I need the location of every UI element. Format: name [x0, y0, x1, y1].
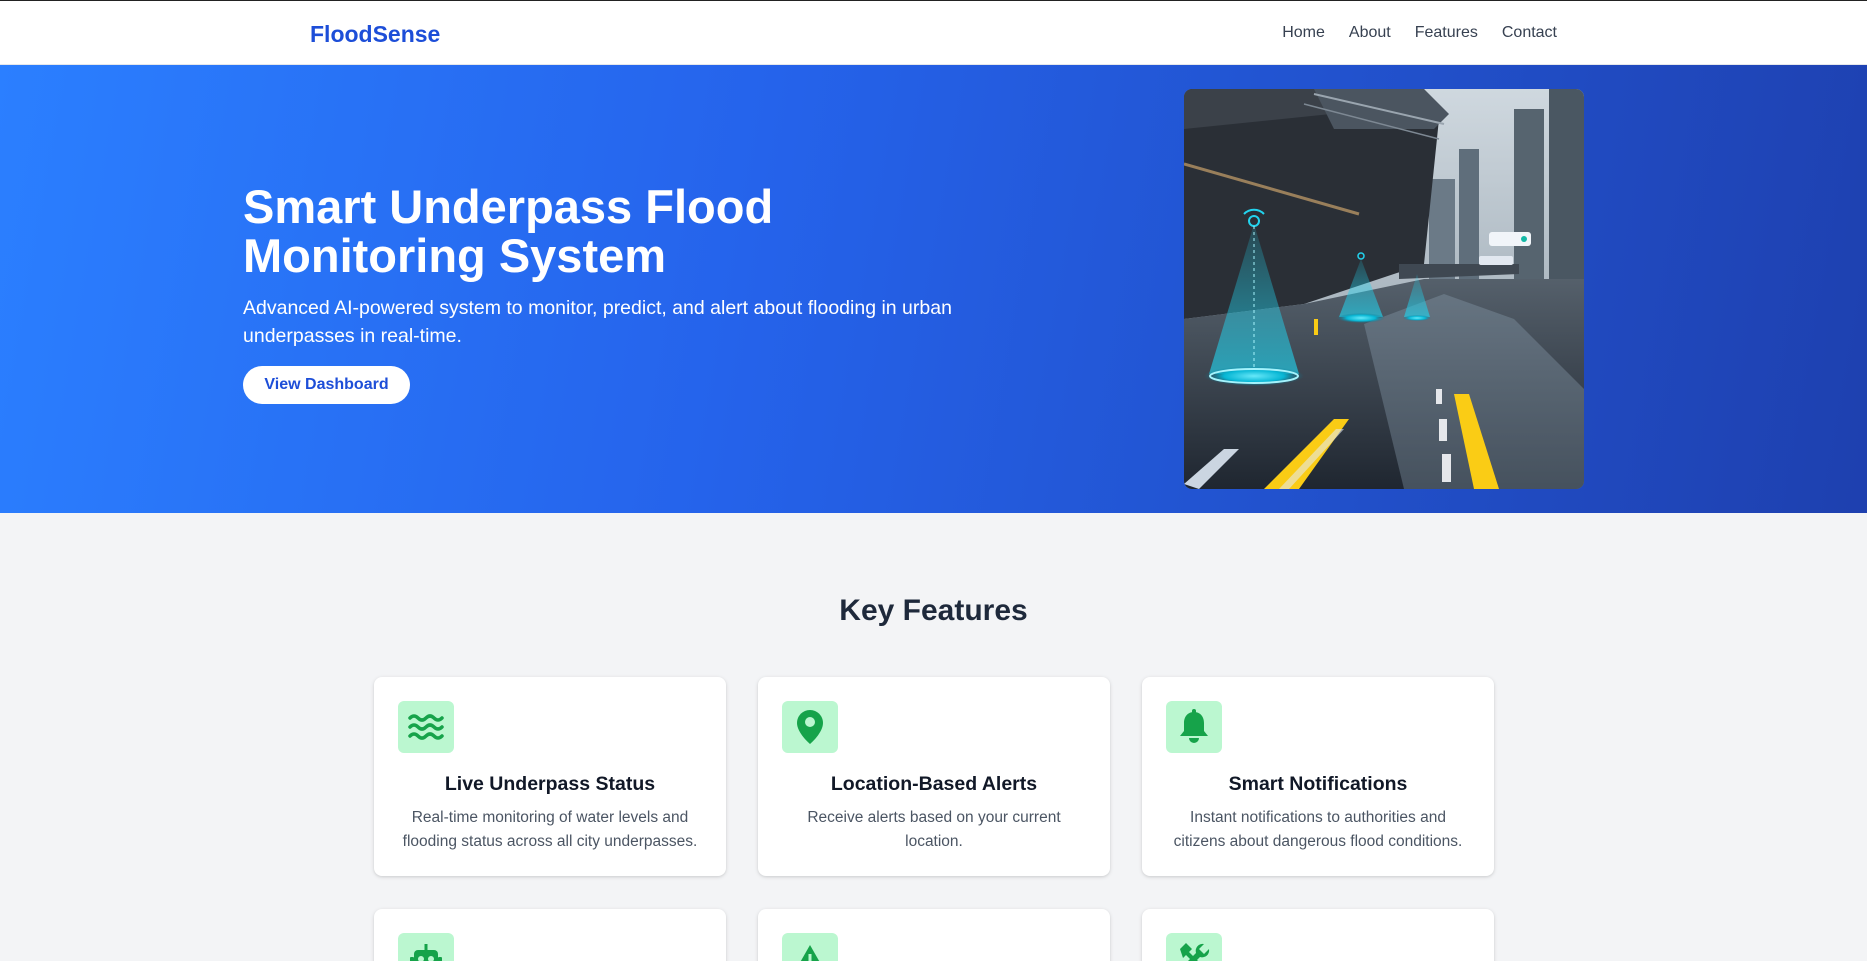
nav-link-about[interactable]: About: [1349, 24, 1391, 42]
view-dashboard-button[interactable]: View Dashboard: [243, 366, 410, 404]
nav-link-contact[interactable]: Contact: [1502, 24, 1557, 42]
feature-description: Real-time monitoring of water levels and…: [402, 809, 698, 850]
nav-links: Home About Features Contact: [1282, 24, 1557, 42]
feature-title: Location-Based Alerts: [830, 773, 1038, 795]
brand-logo[interactable]: FloodSense: [310, 21, 440, 48]
feature-card-live-status: Live Underpass Status Real-time monitori…: [374, 677, 726, 876]
tools-icon: [1166, 933, 1222, 961]
water-waves-icon: [398, 701, 454, 753]
warning-triangle-icon: [782, 933, 838, 961]
map-pin-icon: [782, 701, 838, 753]
feature-description: Instant notifications to authorities and…: [1173, 809, 1463, 850]
feature-title: Smart Notifications: [1228, 773, 1408, 795]
feature-description: Receive alerts based on your current loc…: [807, 809, 1061, 850]
feature-card-5: [758, 909, 1110, 961]
feature-card-6: [1142, 909, 1494, 961]
features-heading: Key Features: [839, 594, 1028, 627]
feature-card-location-alerts: Location-Based Alerts Receive alerts bas…: [758, 677, 1110, 876]
bell-icon: [1166, 701, 1222, 753]
top-navbar: FloodSense Home About Features Contact: [0, 0, 1867, 65]
feature-card-smart-notifications: Smart Notifications Instant notification…: [1142, 677, 1494, 876]
nav-link-features[interactable]: Features: [1415, 24, 1478, 42]
nav-link-home[interactable]: Home: [1282, 24, 1325, 42]
hero-subtitle: Advanced AI-powered system to monitor, p…: [243, 297, 952, 347]
feature-card-4: [374, 909, 726, 961]
feature-title: Live Underpass Status: [444, 773, 656, 795]
robot-icon: [398, 933, 454, 961]
hero-image: [1184, 89, 1584, 489]
hero-title: Smart Underpass Flood Monitoring System: [243, 180, 774, 282]
flooded-underpass-illustration: [1184, 89, 1584, 489]
hero-section: Smart Underpass Flood Monitoring System …: [0, 65, 1867, 513]
